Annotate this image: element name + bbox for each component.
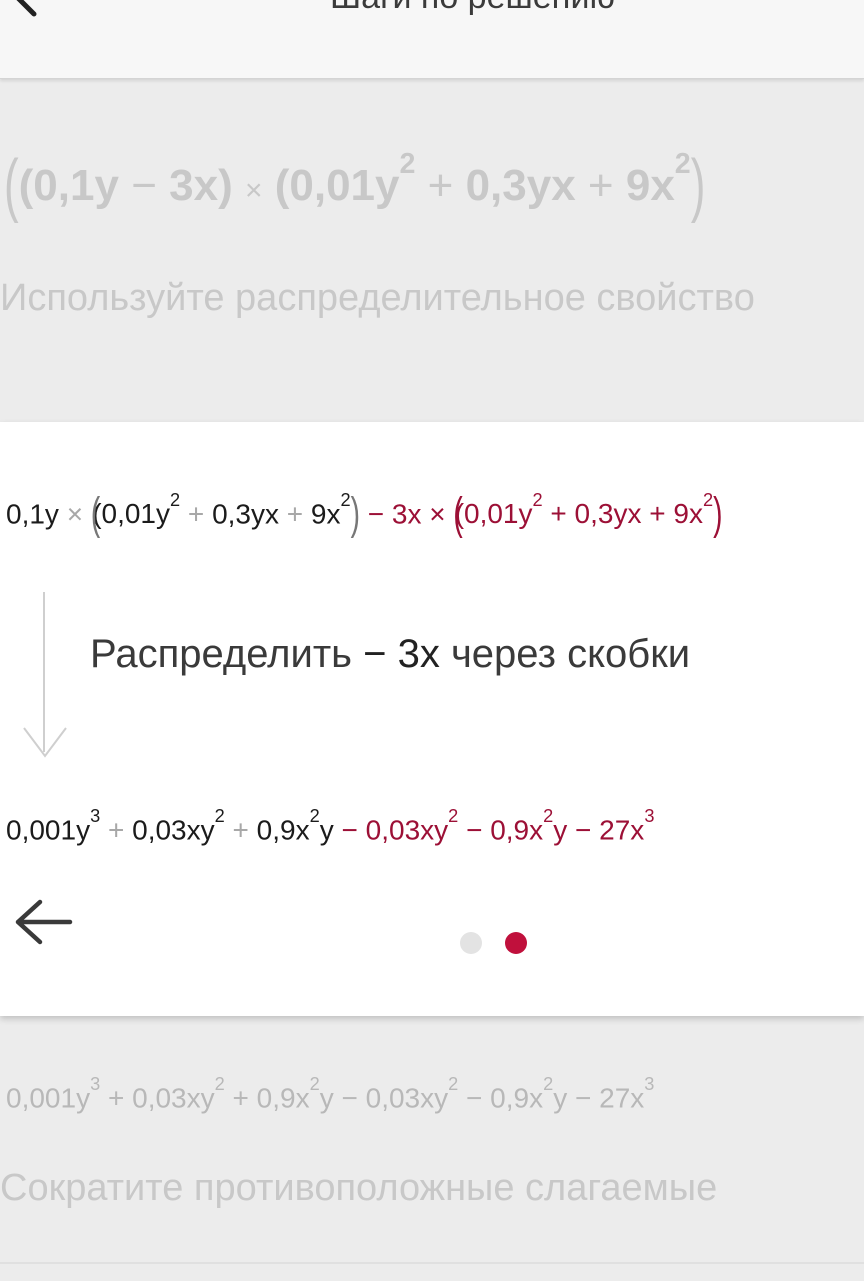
exponent: 2 bbox=[674, 148, 691, 180]
close-paren: ) bbox=[690, 146, 706, 225]
highlighted-term: ((0,01y2 + 0,3yx + 9x2) bbox=[453, 488, 723, 539]
step-detail-card: 0,1y × ((0,01y2 + 0,3yx + 9x2) − 3x × ((… bbox=[0, 422, 864, 1016]
operator: + bbox=[286, 498, 304, 530]
exponent: 2 bbox=[448, 1074, 459, 1094]
exponent: 2 bbox=[702, 490, 714, 510]
arrow-down-icon bbox=[23, 727, 67, 758]
term: (0,01y bbox=[454, 498, 533, 530]
arrow-left-icon[interactable] bbox=[10, 890, 74, 954]
operator: × bbox=[244, 174, 263, 208]
operator: + bbox=[107, 814, 125, 846]
highlighted-term: − 0,9x bbox=[466, 814, 544, 846]
operator: − bbox=[131, 161, 157, 211]
exponent: 2 bbox=[340, 490, 351, 510]
term: 0,03xy bbox=[132, 814, 215, 846]
exponent: 3 bbox=[644, 806, 655, 826]
exponent: 2 bbox=[309, 806, 320, 826]
exponent: 2 bbox=[170, 490, 181, 510]
open-paren: ( bbox=[4, 146, 19, 225]
instruction-text: Распределить bbox=[90, 632, 352, 676]
divider bbox=[0, 1262, 864, 1264]
step-description: Сократите противоположные слагаемые bbox=[0, 1167, 718, 1209]
term: + 0,9x bbox=[232, 1082, 310, 1114]
term: 9x bbox=[310, 498, 341, 530]
term: − 0,9x bbox=[466, 1082, 544, 1114]
exponent: 3 bbox=[90, 1074, 101, 1094]
exponent: 2 bbox=[543, 806, 554, 826]
operator: × bbox=[66, 498, 84, 530]
page-dot-active[interactable] bbox=[505, 932, 527, 954]
highlighted-term: − 0,03xy bbox=[341, 814, 449, 846]
term: 0,001y bbox=[6, 1082, 91, 1114]
term: y bbox=[319, 814, 334, 846]
term: 3x) bbox=[169, 161, 233, 211]
term: 9x bbox=[625, 161, 675, 211]
exponent: 3 bbox=[90, 806, 101, 826]
term: (0,01y bbox=[92, 498, 171, 530]
term: 0,3yx bbox=[465, 161, 576, 211]
step-expression: 0,001y3 + 0,03xy2 + 0,9x2y − 0,03xy2 − 0… bbox=[6, 1074, 654, 1114]
operator: + bbox=[232, 814, 249, 846]
close-paren: ) bbox=[350, 488, 360, 539]
exponent: 2 bbox=[214, 806, 225, 826]
highlighted-term: − 3x × bbox=[367, 498, 446, 530]
step-instruction: Распределить − 3x через скобки bbox=[90, 632, 690, 677]
expanded-expression: 0,1y × ((0,01y2 + 0,3yx + 9x2) − 3x × ((… bbox=[6, 488, 723, 539]
operator: + bbox=[427, 161, 454, 211]
header-bar: Шаги по решению bbox=[0, 0, 864, 79]
arrow-left-icon[interactable] bbox=[4, 0, 56, 22]
highlighted-term: y − 27x bbox=[553, 814, 645, 846]
close-paren: ) bbox=[713, 488, 723, 539]
open-paren: ( bbox=[90, 488, 101, 539]
exponent: 2 bbox=[309, 1074, 320, 1094]
exponent: 2 bbox=[532, 490, 543, 510]
term: y − 27x bbox=[553, 1082, 645, 1114]
instruction-term: − 3x bbox=[363, 632, 440, 676]
page-dot-inactive[interactable] bbox=[460, 932, 482, 954]
instruction-text: через скобки bbox=[450, 632, 691, 676]
term: 0,001y bbox=[6, 814, 91, 846]
exponent: 2 bbox=[214, 1074, 225, 1094]
exponent: 2 bbox=[448, 806, 459, 826]
result-expression: 0,001y3 + 0,03xy2 + 0,9x2y − 0,03xy2 − 0… bbox=[6, 806, 654, 846]
operator: + bbox=[587, 161, 614, 211]
term: (0,01y bbox=[274, 161, 400, 211]
exponent: 3 bbox=[644, 1074, 655, 1094]
term: y − 0,03xy bbox=[319, 1082, 449, 1114]
operator: + bbox=[187, 498, 205, 530]
term: 0,3yx bbox=[212, 498, 279, 530]
term: 0,9x bbox=[256, 814, 310, 846]
term: 0,1y bbox=[6, 498, 59, 530]
step-expression: ((0,1y − 3x) × (0,01y2 + 0,3yx + 9x2) bbox=[4, 146, 705, 224]
term: + 0,3yx + 9x bbox=[550, 498, 703, 530]
exponent: 2 bbox=[543, 1074, 554, 1094]
step-description: Используйте распределительное свойство bbox=[0, 277, 755, 319]
term: + 0,03xy bbox=[107, 1082, 215, 1114]
exponent: 2 bbox=[399, 148, 416, 180]
page-title: Шаги по решению bbox=[330, 0, 615, 17]
term: (0,1y bbox=[18, 161, 119, 211]
